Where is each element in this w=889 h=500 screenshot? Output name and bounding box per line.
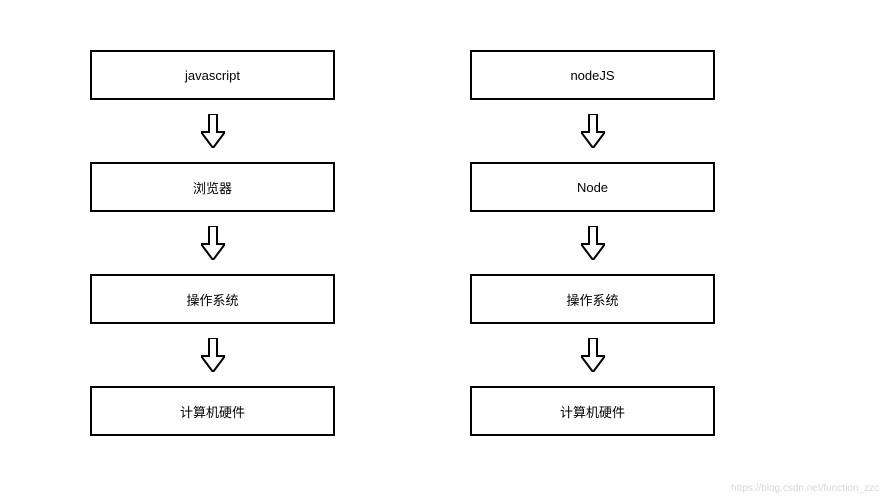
box-os-right: 操作系统	[470, 274, 715, 324]
box-os-left: 操作系统	[90, 274, 335, 324]
watermark-text: https://blog.csdn.net/function_zzc	[731, 483, 879, 494]
box-nodejs: nodeJS	[470, 50, 715, 100]
box-javascript: javascript	[90, 50, 335, 100]
box-label: 操作系统	[186, 290, 238, 309]
diagram-container: javascript 浏览器 操作系统 计算机硬件 node	[0, 0, 889, 436]
box-node: Node	[470, 162, 715, 212]
box-label: javascript	[185, 68, 240, 83]
arrow-down-icon	[581, 226, 605, 260]
arrow-down-icon	[581, 338, 605, 372]
left-column: javascript 浏览器 操作系统 计算机硬件	[90, 50, 335, 436]
right-column: nodeJS Node 操作系统 计算机硬件	[470, 50, 715, 436]
box-label: Node	[577, 180, 608, 195]
box-label: 操作系统	[566, 290, 618, 309]
arrow-down-icon	[581, 114, 605, 148]
arrow-down-icon	[201, 226, 225, 260]
box-label: 浏览器	[193, 178, 232, 197]
arrow-down-icon	[201, 114, 225, 148]
box-hardware-right: 计算机硬件	[470, 386, 715, 436]
box-hardware-left: 计算机硬件	[90, 386, 335, 436]
watermark: https://blog.csdn.net/function_zzc	[731, 483, 879, 494]
box-browser: 浏览器	[90, 162, 335, 212]
box-label: nodeJS	[570, 68, 614, 83]
box-label: 计算机硬件	[180, 402, 245, 421]
box-label: 计算机硬件	[560, 402, 625, 421]
arrow-down-icon	[201, 338, 225, 372]
